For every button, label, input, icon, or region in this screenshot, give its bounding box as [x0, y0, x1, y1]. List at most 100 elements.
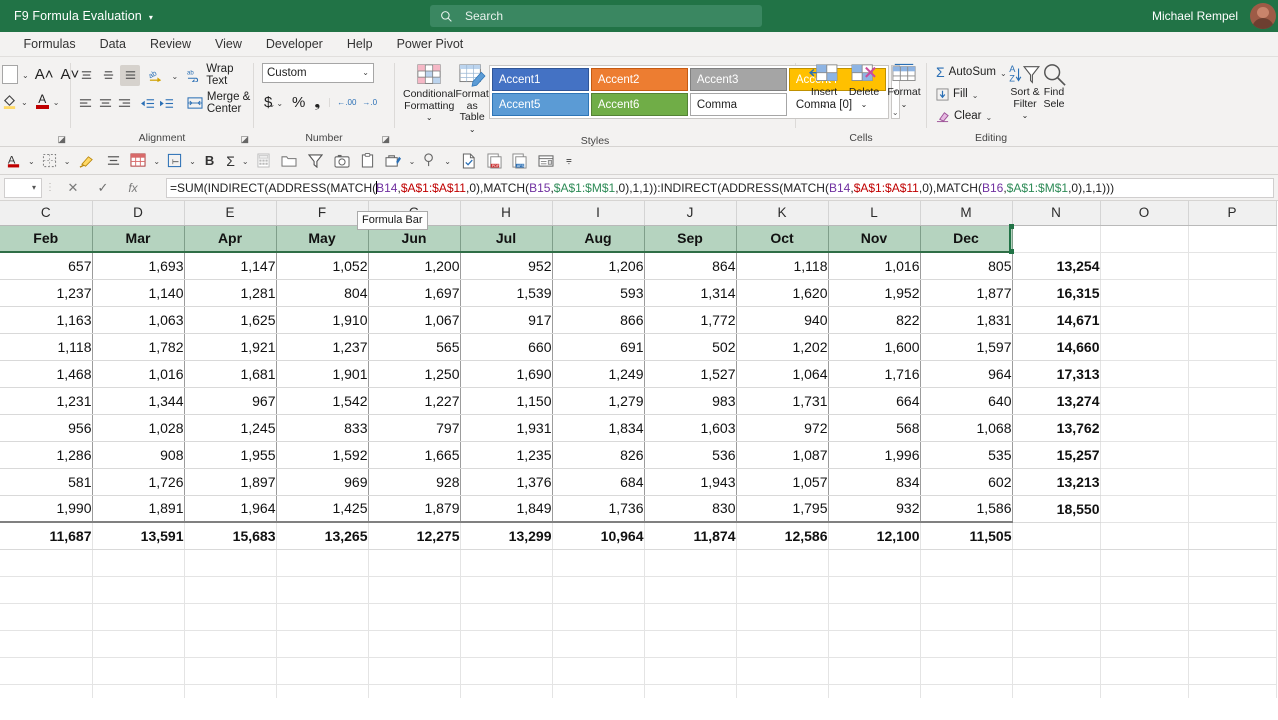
cell-empty[interactable] — [1012, 549, 1100, 576]
cell-empty[interactable] — [1188, 630, 1276, 657]
cell[interactable] — [1100, 495, 1188, 522]
cell[interactable]: 1,279 — [552, 387, 644, 414]
cell-total[interactable]: 12,275 — [368, 522, 460, 549]
table-styles-caret-icon[interactable]: ⌄ — [153, 157, 160, 166]
align-center-icon[interactable] — [96, 93, 113, 114]
cell-empty[interactable] — [276, 630, 368, 657]
cell[interactable]: 1,249 — [552, 360, 644, 387]
cell[interactable]: 1,943 — [644, 468, 736, 495]
clear-caret-icon[interactable]: ⌄ — [985, 113, 992, 122]
pdf-alt-icon[interactable]: AFS — [510, 150, 529, 172]
autosum-button[interactable]: Σ AutoSum ⌄ — [933, 61, 1009, 83]
cell[interactable]: 640 — [920, 387, 1012, 414]
cell[interactable]: 1,795 — [736, 495, 828, 522]
cell[interactable]: 1,539 — [460, 279, 552, 306]
cell-empty[interactable] — [828, 603, 920, 630]
cell-total[interactable] — [1188, 522, 1276, 549]
cell[interactable]: 1,202 — [736, 333, 828, 360]
column-header-k[interactable]: K — [736, 201, 828, 225]
cell-empty[interactable] — [920, 657, 1012, 684]
cell[interactable] — [1100, 387, 1188, 414]
cell[interactable]: 691 — [552, 333, 644, 360]
cell[interactable]: 917 — [460, 306, 552, 333]
cell-total[interactable]: 11,874 — [644, 522, 736, 549]
cell-empty[interactable] — [920, 684, 1012, 698]
cell-empty[interactable] — [92, 549, 184, 576]
font-color-icon[interactable]: A — [36, 94, 49, 109]
cell[interactable]: 13,213 — [1012, 468, 1100, 495]
cell[interactable]: 1,052 — [276, 252, 368, 279]
cell-empty[interactable] — [276, 576, 368, 603]
cell[interactable] — [1100, 252, 1188, 279]
cell-total[interactable]: 11,687 — [0, 522, 92, 549]
format-as-table-button[interactable]: Format as Table ⌄ — [456, 61, 489, 135]
cell-empty[interactable] — [828, 549, 920, 576]
cell[interactable]: 1,693 — [92, 252, 184, 279]
cell-empty[interactable] — [1012, 684, 1100, 698]
cell-empty[interactable] — [1100, 684, 1188, 698]
cell[interactable]: 797 — [368, 414, 460, 441]
cell-empty[interactable] — [828, 657, 920, 684]
insert-function-icon[interactable]: fx — [118, 181, 148, 195]
number-dialog-launcher-icon[interactable]: ◪ — [381, 134, 390, 145]
accounting-format-icon[interactable]: $ — [264, 94, 272, 111]
cell[interactable]: 1,772 — [644, 306, 736, 333]
cell[interactable]: 1,910 — [276, 306, 368, 333]
cell-empty[interactable] — [1012, 576, 1100, 603]
cell[interactable]: 866 — [552, 306, 644, 333]
column-header-o[interactable]: O — [1100, 201, 1188, 225]
cell-empty[interactable] — [920, 576, 1012, 603]
cell-empty[interactable] — [736, 630, 828, 657]
accounting-format-caret-icon[interactable]: ⌄ — [276, 99, 283, 108]
name-box[interactable]: ▾ — [4, 178, 42, 198]
cell-empty[interactable] — [1188, 576, 1276, 603]
cell-empty[interactable] — [736, 576, 828, 603]
cell-total[interactable]: 10,964 — [552, 522, 644, 549]
cell-empty[interactable] — [1100, 630, 1188, 657]
comma-format-icon[interactable]: ❟ — [314, 94, 320, 111]
table-row[interactable]: 1,2869081,9551,5921,6651,2358265361,0871… — [0, 441, 1276, 468]
align-middle-icon[interactable] — [99, 65, 119, 86]
cell[interactable]: 602 — [920, 468, 1012, 495]
cell[interactable]: 826 — [552, 441, 644, 468]
cell-empty[interactable] — [0, 549, 92, 576]
cell[interactable]: 13,254 — [1012, 252, 1100, 279]
cell-empty[interactable] — [644, 684, 736, 698]
tab-layout-clipped[interactable]: t — [0, 32, 11, 57]
cell-empty[interactable] — [736, 549, 828, 576]
cell[interactable]: 1,140 — [92, 279, 184, 306]
empty-row[interactable] — [0, 603, 1276, 630]
cell[interactable]: 1,955 — [184, 441, 276, 468]
cell[interactable]: 502 — [644, 333, 736, 360]
cell[interactable]: 1,921 — [184, 333, 276, 360]
cell[interactable]: 1,592 — [276, 441, 368, 468]
cell[interactable]: 1,897 — [184, 468, 276, 495]
cell[interactable]: 660 — [460, 333, 552, 360]
cell[interactable]: 1,690 — [460, 360, 552, 387]
table-row[interactable]: 1,9901,8911,9641,4251,8791,8491,7368301,… — [0, 495, 1276, 522]
cell-month-oct[interactable]: Oct — [736, 225, 828, 252]
cell-empty[interactable] — [276, 603, 368, 630]
cell-empty[interactable] — [1100, 225, 1188, 252]
cell[interactable] — [1188, 360, 1276, 387]
cell-empty[interactable] — [920, 549, 1012, 576]
cell-empty[interactable] — [368, 549, 460, 576]
cell-empty[interactable] — [0, 603, 92, 630]
cell[interactable]: 1,600 — [828, 333, 920, 360]
cell[interactable] — [1188, 387, 1276, 414]
cell[interactable]: 1,235 — [460, 441, 552, 468]
cell[interactable] — [1188, 468, 1276, 495]
tab-help[interactable]: Help — [335, 32, 385, 57]
style-comma[interactable]: Comma — [690, 93, 787, 116]
column-header-p[interactable]: P — [1188, 201, 1276, 225]
cell-empty[interactable] — [552, 576, 644, 603]
cell[interactable]: 1,731 — [736, 387, 828, 414]
cell[interactable]: 956 — [0, 414, 92, 441]
cell[interactable]: 1,891 — [92, 495, 184, 522]
cell-empty[interactable] — [92, 576, 184, 603]
cell-empty[interactable] — [92, 603, 184, 630]
cell[interactable]: 15,257 — [1012, 441, 1100, 468]
table-row[interactable]: 9561,0281,2458337971,9311,8341,603972568… — [0, 414, 1276, 441]
cell-empty[interactable] — [1188, 549, 1276, 576]
cell-empty[interactable] — [184, 603, 276, 630]
